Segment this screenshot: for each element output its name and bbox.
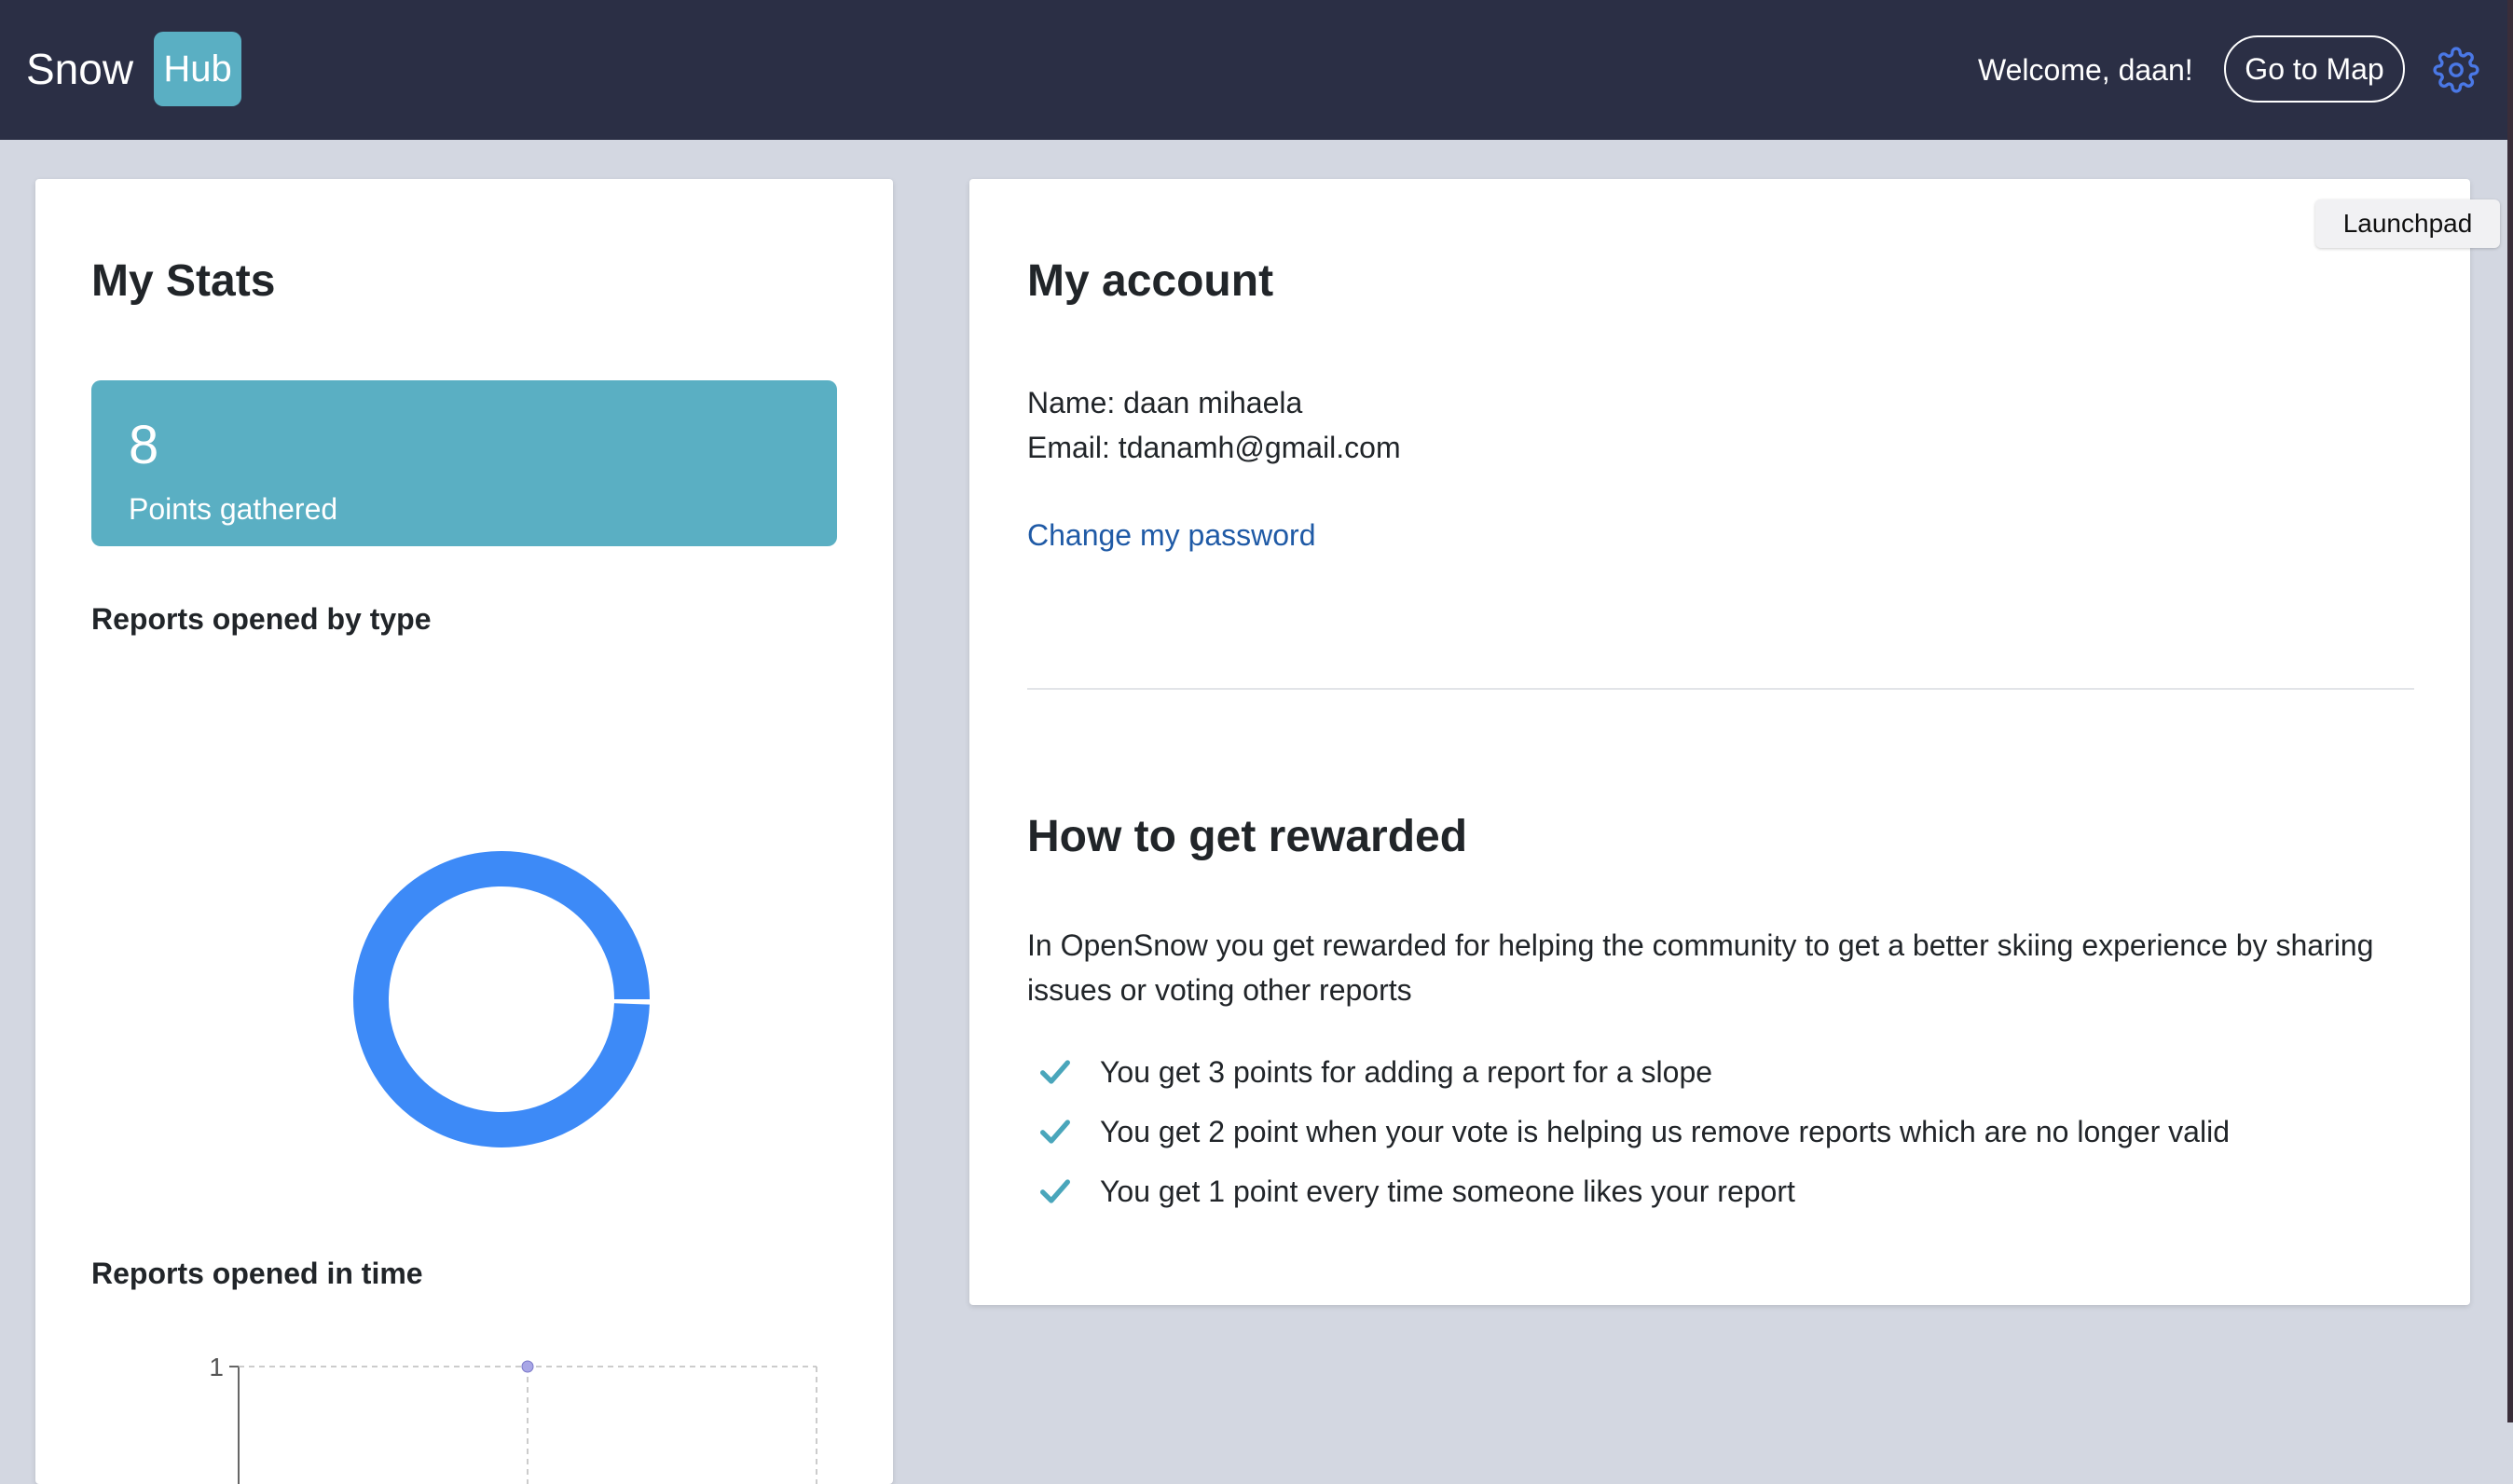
data-point[interactable] (521, 1360, 534, 1373)
brand-hub-badge: Hub (154, 32, 242, 106)
welcome-message: Welcome, daan! (1978, 53, 2193, 87)
rewards-intro: In OpenSnow you get rewarded for helping… (1027, 928, 2374, 1007)
window-edge (2507, 0, 2513, 1422)
donut-slice[interactable] (353, 851, 650, 1147)
reports-by-type-label: Reports opened by type (91, 602, 432, 636)
brand-snow-text: Snow (26, 45, 134, 93)
app-logo[interactable]: Snow Hub (26, 32, 242, 106)
points-gathered-box: 8 Points gathered (91, 380, 837, 546)
reward-item: You get 3 points for adding a report for… (1037, 1042, 2230, 1102)
my-account-card: My account Name: daan mihaela Email: tda… (969, 179, 2470, 1305)
points-value: 8 (129, 415, 159, 475)
go-to-map-button[interactable]: Go to Map (2224, 35, 2405, 103)
how-to-get-rewarded-title: How to get rewarded (1027, 812, 1468, 861)
my-stats-card: My Stats 8 Points gathered Reports opene… (35, 179, 893, 1484)
rewards-list: You get 3 points for adding a report for… (1037, 1042, 2230, 1221)
check-icon (1040, 1120, 1070, 1144)
reward-item: You get 2 point when your vote is helpin… (1037, 1102, 2230, 1161)
change-password-link[interactable]: Change my password (1027, 518, 1315, 553)
account-name: Name: daan mihaela (1027, 386, 1303, 419)
points-label: Points gathered (129, 492, 338, 526)
reward-item-text: You get 2 point when your vote is helpin… (1100, 1114, 2230, 1148)
reward-item-text: You get 3 points for adding a report for… (1100, 1054, 1713, 1089)
check-icon (1040, 1179, 1070, 1203)
y-tick-label: 1 (209, 1353, 224, 1381)
reports-by-type-donut-chart (353, 851, 650, 1147)
account-email: Email: tdanamh@gmail.com (1027, 431, 1401, 464)
launchpad-tooltip: Launchpad (2315, 199, 2500, 248)
check-icon (1040, 1060, 1070, 1084)
section-divider (1027, 688, 2414, 690)
reports-in-time-label: Reports opened in time (91, 1257, 423, 1290)
my-account-title: My account (1027, 256, 1274, 306)
reward-item: You get 1 point every time someone likes… (1037, 1161, 2230, 1221)
top-navbar: Snow Hub Welcome, daan! Go to Map (0, 0, 2513, 140)
my-stats-title: My Stats (91, 256, 276, 306)
reports-in-time-line-chart: 1 (209, 1353, 817, 1484)
gear-icon[interactable] (2433, 47, 2479, 93)
reward-item-text: You get 1 point every time someone likes… (1100, 1174, 1795, 1208)
